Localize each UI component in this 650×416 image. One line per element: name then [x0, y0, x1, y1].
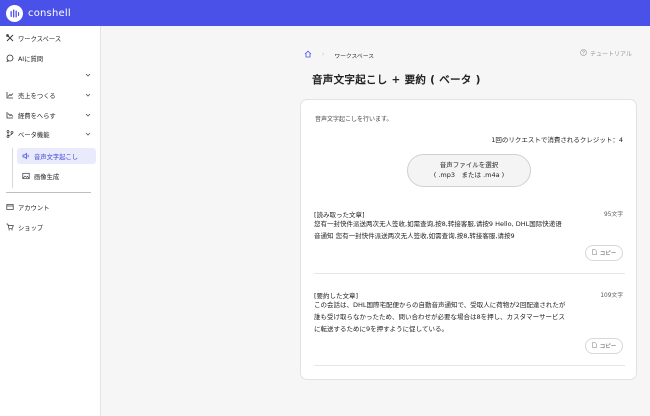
card-divider [314, 273, 625, 274]
summary-char-count: 109文字 [600, 293, 623, 299]
submenu-guide-line [12, 148, 13, 188]
sidebar: ワークスペース AIに質問 売上をつくる 経費をへらす ベータ機能 音声文字起こ… [0, 26, 101, 416]
chat-icon [6, 54, 14, 62]
sidebar-item-label: AIに質問 [18, 55, 44, 63]
image-icon [22, 172, 30, 180]
summary-text: この会話は、DHL国際宅配便からの自動音声通知で、受取人に荷物が2回配達されたが… [314, 299, 629, 335]
sidebar-item-expenses[interactable]: 経費をへらす [0, 107, 101, 123]
upload-button-label: 音声ファイルを選択 [439, 160, 499, 169]
chart-up-icon [6, 91, 14, 99]
transcript-line: 您有一封快件派送两次无人签收,如需查询,按8,转接客服,请按9 Hello, D… [314, 220, 562, 228]
logo-icon[interactable] [6, 4, 23, 22]
document-icon [591, 249, 597, 257]
sidebar-divider [6, 192, 91, 193]
upload-button-formats: ( .mp3 または .m4a ) [433, 170, 505, 179]
home-icon[interactable] [304, 50, 312, 60]
chevron-down-icon [85, 72, 91, 80]
summary-line: に転送するために9を押すように促している。 [314, 325, 448, 334]
tutorial-label: チュートリアル [590, 51, 632, 58]
transcript-line: 音通知 您有一封快件派送两次无人签收,如需查询,按8,转接客服,请按9 [314, 232, 515, 241]
speaker-icon [22, 152, 30, 160]
breadcrumb: › ワークスペース [304, 50, 374, 60]
sidebar-subitem-label: 画像生成 [34, 173, 60, 181]
page-title: 音声文字起こし + 要約 ( ベータ ) [312, 74, 481, 86]
sidebar-item-sales[interactable]: 売上をつくる [0, 87, 101, 103]
sidebar-subitem-image-gen[interactable]: 画像生成 [17, 168, 96, 184]
sidebar-item-label: ワークスペース [18, 35, 62, 43]
copy-label: コピー [599, 251, 617, 257]
sidebar-item-shop[interactable]: ショップ [0, 219, 101, 235]
credit-info: 1回のリクエストで消費されるクレジット：4 [491, 136, 623, 144]
sidebar-item-label: 経費をへらす [18, 112, 56, 120]
sidebar-item-label: 売上をつくる [18, 92, 56, 100]
breadcrumb-separator: › [322, 52, 325, 58]
select-audio-file-button[interactable]: 音声ファイルを選択 ( .mp3 または .m4a ) [407, 154, 531, 187]
copy-transcript-button[interactable]: コピー [585, 245, 623, 261]
sidebar-item-beta[interactable]: ベータ機能 [0, 126, 101, 142]
account-icon [6, 203, 14, 211]
chart-down-icon [6, 111, 14, 119]
document-icon [591, 342, 597, 350]
sidebar-item-label: アカウント [18, 204, 50, 212]
branch-icon [6, 130, 14, 138]
sidebar-item-ai-question[interactable]: AIに質問 [0, 50, 101, 66]
transcription-card: 音声文字起こしを行います。 1回のリクエストで消費されるクレジット：4 音声ファ… [300, 99, 637, 380]
sidebar-item-collapsed[interactable] [0, 67, 101, 83]
tutorial-link[interactable]: チュートリアル [580, 49, 632, 58]
cart-icon [6, 223, 14, 231]
sidebar-subitem-transcription[interactable]: 音声文字起こし [17, 148, 96, 164]
chevron-down-icon [85, 112, 91, 120]
card-divider [314, 365, 625, 366]
sidebar-item-account[interactable]: アカウント [0, 199, 101, 215]
top-bar: conshell [0, 0, 650, 26]
sidebar-item-label: ショップ [18, 224, 44, 232]
copy-summary-button[interactable]: コピー [585, 338, 623, 354]
help-icon [580, 49, 587, 58]
summary-line: この会話は、DHL国際宅配便からの自動音声通知で、受取人に荷物が2回配達されたが [314, 301, 566, 309]
sidebar-item-workspace[interactable]: ワークスペース [0, 30, 101, 46]
card-description: 音声文字起こしを行います。 [315, 116, 393, 123]
sidebar-item-label: ベータ機能 [18, 131, 50, 139]
copy-label: コピー [599, 344, 617, 350]
transcript-text: 您有一封快件派送两次无人签收,如需查询,按8,转接客服,请按9 Hello, D… [314, 218, 629, 242]
chevron-down-icon [85, 92, 91, 100]
app-name[interactable]: conshell [28, 8, 71, 19]
transcript-char-count: 95文字 [604, 212, 623, 218]
tools-icon [6, 34, 14, 42]
summary-line: 誰も受け取らなかったため、問い合わせが必要な場合は8を押し、カスタマーサービス [314, 313, 566, 322]
sidebar-subitem-label: 音声文字起こし [34, 153, 79, 161]
chevron-down-icon [85, 131, 91, 139]
breadcrumb-current[interactable]: ワークスペース [334, 51, 374, 60]
